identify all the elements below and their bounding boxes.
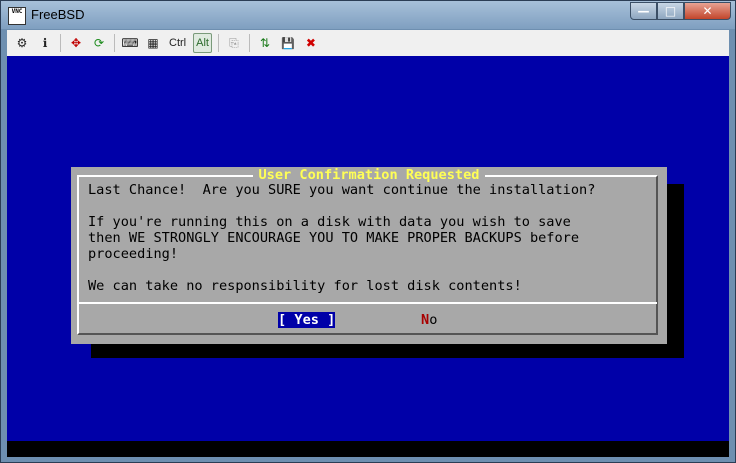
dialog-line: If you're running this on a disk with da… bbox=[88, 214, 571, 230]
vnc-window: VNC FreeBSD — □ ✕ ⚙ ℹ ✥ ⟳ ⌨ ▦ Ctrl Alt ⎘… bbox=[0, 0, 736, 463]
dialog-line: We can take no responsibility for lost d… bbox=[88, 278, 522, 294]
connection-info-icon[interactable]: ℹ bbox=[36, 34, 54, 52]
no-hotkey: N bbox=[421, 312, 430, 328]
send-ctrl-esc-icon[interactable]: ▦ bbox=[144, 34, 162, 52]
console-bottom-bar bbox=[7, 441, 729, 457]
yes-bracket: [ bbox=[278, 312, 295, 328]
file-transfer-icon[interactable]: ⇅ bbox=[256, 34, 274, 52]
copy-clipboard-icon[interactable]: ⎘ bbox=[225, 34, 243, 52]
maximize-button[interactable]: □ bbox=[657, 2, 684, 20]
toolbar: ⚙ ℹ ✥ ⟳ ⌨ ▦ Ctrl Alt ⎘ ⇅ 💾 ✖ bbox=[7, 30, 729, 56]
save-icon[interactable]: 💾 bbox=[279, 34, 297, 52]
dialog-line: then WE STRONGLY ENCOURAGE YOU TO MAKE P… bbox=[88, 230, 580, 246]
connection-options-icon[interactable]: ⚙ bbox=[13, 34, 31, 52]
minimize-button[interactable]: — bbox=[630, 2, 657, 20]
alt-key-button[interactable]: Alt bbox=[193, 33, 212, 53]
no-label: o bbox=[429, 312, 438, 328]
confirmation-dialog: User Confirmation Requested Last Chance!… bbox=[71, 167, 667, 344]
yes-label: es ] bbox=[302, 312, 336, 328]
refresh-icon[interactable]: ⟳ bbox=[90, 34, 108, 52]
disconnect-icon[interactable]: ✖ bbox=[302, 34, 320, 52]
full-screen-icon[interactable]: ✥ bbox=[67, 34, 85, 52]
close-button[interactable]: ✕ bbox=[684, 2, 731, 20]
ctrl-key-button[interactable]: Ctrl bbox=[167, 34, 188, 52]
dialog-line: Last Chance! Are you SURE you want conti… bbox=[88, 182, 596, 198]
yes-hotkey: Y bbox=[294, 312, 303, 328]
title-bar[interactable]: VNC FreeBSD — □ ✕ bbox=[1, 1, 735, 29]
yes-button[interactable]: [ Yes ] bbox=[278, 312, 336, 328]
toolbar-separator bbox=[60, 34, 61, 52]
toolbar-separator bbox=[217, 34, 219, 52]
send-ctrl-alt-del-icon[interactable]: ⌨ bbox=[121, 34, 139, 52]
dialog-title: User Confirmation Requested bbox=[252, 167, 486, 183]
toolbar-separator bbox=[248, 34, 250, 52]
toolbar-separator bbox=[114, 34, 115, 52]
dialog-divider bbox=[79, 302, 657, 304]
window-title: FreeBSD bbox=[31, 7, 85, 22]
remote-console[interactable]: User Confirmation Requested Last Chance!… bbox=[7, 56, 729, 441]
vnc-app-icon[interactable]: VNC bbox=[8, 7, 26, 25]
dialog-line: proceeding! bbox=[88, 246, 179, 262]
no-button[interactable]: No bbox=[421, 312, 437, 328]
